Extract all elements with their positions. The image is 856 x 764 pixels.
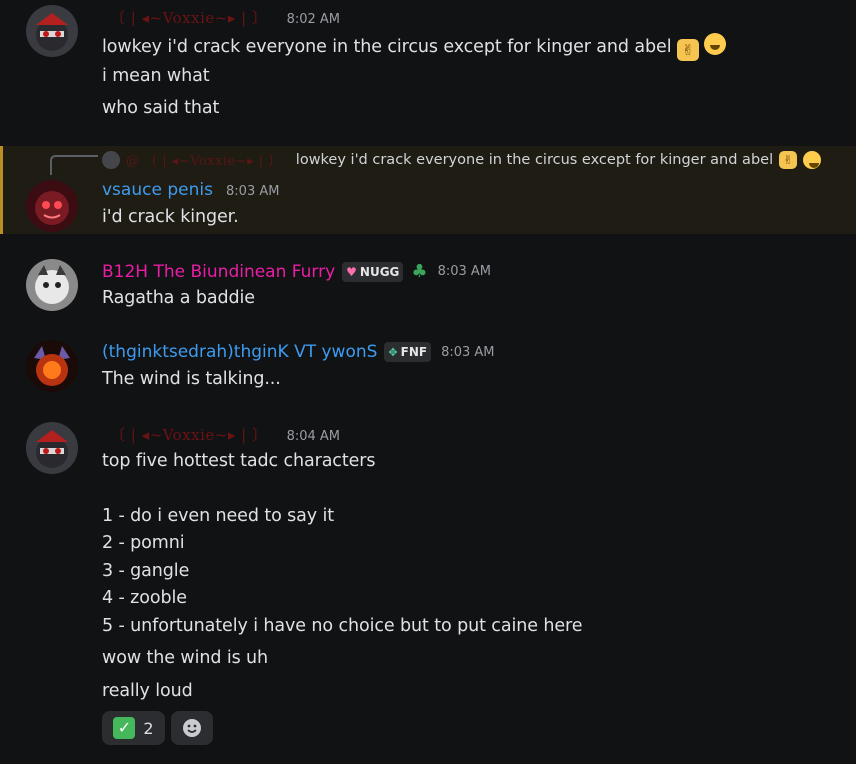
message-text: wow the wind is uh — [102, 648, 269, 668]
avatar[interactable] — [26, 180, 78, 232]
victory-hand-emoji: ✌ — [779, 150, 798, 169]
timestamp: 8:03 AM — [437, 264, 491, 279]
timestamp: 8:03 AM — [226, 184, 280, 199]
victory-hand-emoji: ✌ — [676, 39, 699, 61]
avatar[interactable] — [26, 340, 78, 392]
message-header: vsauce penis 8:03 AM — [102, 180, 279, 200]
message-header: B12H The Biundinean Furry ♥ NUGG ♣ 8:03 … — [102, 261, 491, 282]
heart-icon: ♥ — [346, 264, 357, 279]
reaction-count: 2 — [143, 718, 154, 738]
tears-of-joy-emoji — [704, 33, 727, 55]
arrows-icon: ✥ — [388, 345, 398, 359]
add-reaction-icon — [183, 719, 201, 737]
list-item: 4 - zooble — [102, 588, 187, 608]
message-text: lowkey i'd crack everyone in the circus … — [102, 33, 727, 61]
avatar[interactable] — [26, 5, 78, 57]
timestamp: 8:03 AM — [441, 344, 495, 360]
reply-text[interactable]: lowkey i'd crack everyone in the circus … — [296, 152, 773, 168]
reply-connector — [50, 155, 98, 175]
message-header: 〔 | ◂~Voxxie~▸ | 〕 8:04 AM — [110, 424, 340, 445]
reply-author[interactable]: @ 〔 | ◂~Voxxie~▸ | 〕 — [126, 150, 282, 169]
message-text: really loud — [102, 681, 193, 701]
author-name[interactable]: (thginktsedrah)thginK VT ywonS — [102, 342, 377, 362]
avatar[interactable] — [26, 259, 78, 311]
message-header: 〔 | ◂~Voxxie~▸ | 〕 8:02 AM — [110, 7, 340, 28]
list-item: 2 - pomni — [102, 533, 185, 553]
clover-icon: ♣ — [411, 261, 428, 282]
author-name[interactable]: 〔 | ◂~Voxxie~▸ | 〕 — [110, 426, 267, 444]
avatar[interactable] — [26, 422, 78, 474]
guild-tag-badge[interactable]: ♥ NUGG — [342, 261, 404, 282]
list-item: 5 - unfortunately i have no choice but t… — [102, 616, 583, 636]
list-item: 3 - gangle — [102, 561, 190, 581]
timestamp: 8:04 AM — [286, 429, 340, 444]
message-text: i'd crack kinger. — [102, 207, 239, 227]
author-name[interactable]: 〔 | ◂~Voxxie~▸ | 〕 — [110, 9, 267, 27]
reply-preview[interactable]: @ 〔 | ◂~Voxxie~▸ | 〕 lowkey i'd crack ev… — [102, 150, 822, 169]
check-mark-emoji: ✓ — [113, 717, 136, 739]
reaction-check[interactable]: ✓ 2 — [102, 711, 165, 745]
reply-avatar — [102, 150, 120, 169]
tears-of-joy-emoji — [803, 150, 822, 169]
author-name[interactable]: B12H The Biundinean Furry — [102, 262, 335, 282]
add-reaction-button[interactable] — [171, 711, 213, 745]
timestamp: 8:02 AM — [286, 12, 340, 27]
list-item: 1 - do i even need to say it — [102, 506, 335, 526]
message-text: i mean what — [102, 66, 210, 86]
message-text: Ragatha a baddie — [102, 288, 255, 308]
message-text: top five hottest tadc characters — [102, 451, 376, 471]
message-text: who said that — [102, 98, 220, 118]
message-text: The wind is talking... — [102, 369, 281, 389]
guild-tag-badge[interactable]: ✥ FNF — [384, 342, 432, 362]
author-name[interactable]: vsauce penis — [102, 180, 213, 200]
message-header: (thginktsedrah)thginK VT ywonS ✥ FNF 8:0… — [102, 342, 495, 362]
